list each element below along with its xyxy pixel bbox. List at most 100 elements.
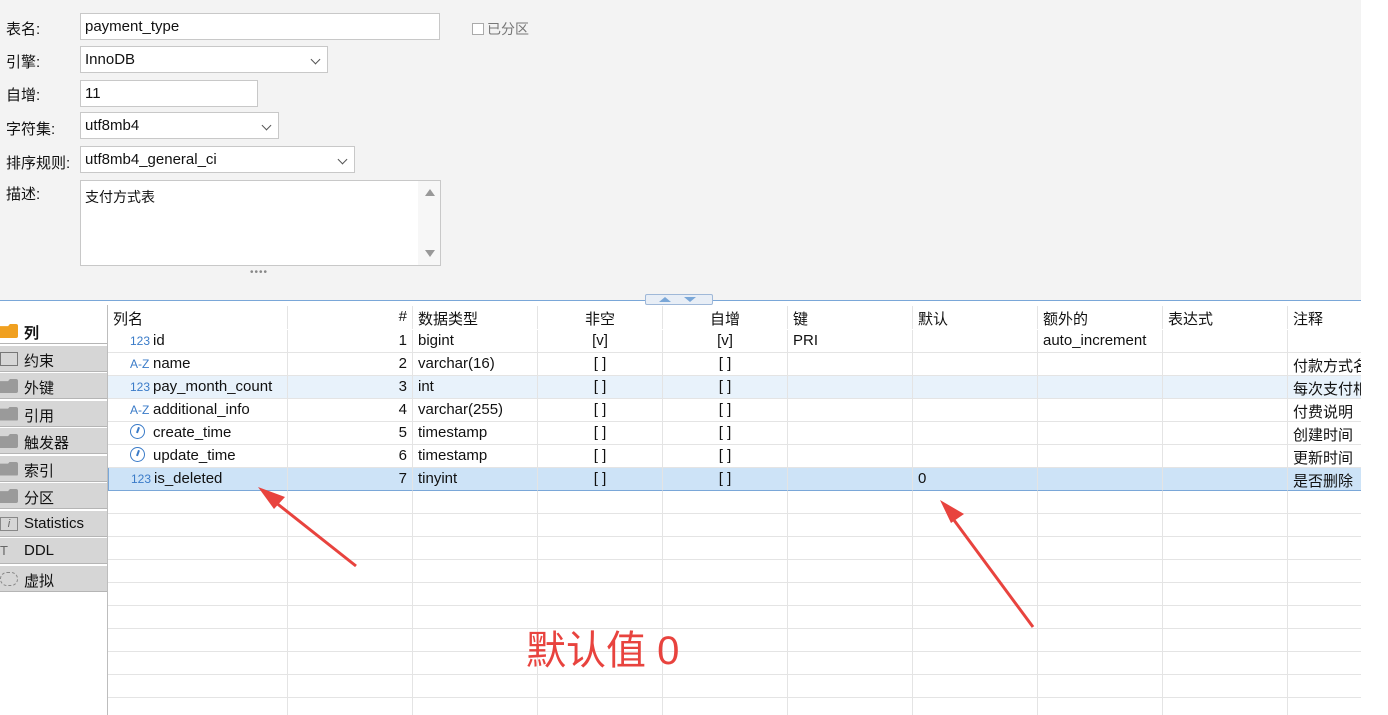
column-header[interactable]: 额外的: [1038, 306, 1163, 329]
cell-key[interactable]: [788, 399, 913, 422]
cell-not-null[interactable]: [v]: [538, 330, 663, 353]
cell-expr[interactable]: [1163, 353, 1288, 376]
cell-auto-inc[interactable]: [ ]: [663, 445, 788, 468]
cell-num[interactable]: 1: [288, 330, 413, 353]
cell-expr[interactable]: [1163, 445, 1288, 468]
cell-extra[interactable]: [1038, 353, 1163, 376]
tab-2[interactable]: 外键: [0, 373, 108, 399]
column-header[interactable]: 默认: [913, 306, 1038, 329]
column-header[interactable]: #: [288, 306, 413, 329]
collapse-down-icon[interactable]: [684, 297, 696, 302]
cell-type[interactable]: timestamp: [413, 422, 538, 445]
table-row[interactable]: update_time 6 timestamp[ ][ ] 更新时间: [108, 445, 1361, 468]
cell-not-null[interactable]: [ ]: [538, 422, 663, 445]
cell-extra[interactable]: [1038, 445, 1163, 468]
cell-key[interactable]: PRI: [788, 330, 913, 353]
column-header[interactable]: 自增: [663, 306, 788, 329]
cell-auto-inc[interactable]: [v]: [663, 330, 788, 353]
tab-1[interactable]: 约束: [0, 345, 108, 372]
cell-not-null[interactable]: [ ]: [538, 399, 663, 422]
partitioned-checkbox[interactable]: 已分区: [472, 19, 529, 39]
cell-num[interactable]: 7: [288, 468, 413, 491]
description-scrollbar[interactable]: [418, 181, 440, 265]
cell-not-null[interactable]: [ ]: [538, 468, 663, 491]
cell-extra[interactable]: [1038, 468, 1163, 491]
cell-expr[interactable]: [1163, 330, 1288, 353]
column-header[interactable]: 表达式: [1163, 306, 1288, 329]
cell-key[interactable]: [788, 445, 913, 468]
column-header[interactable]: 键: [788, 306, 913, 329]
cell-comment[interactable]: 付款方式名: [1288, 353, 1361, 376]
cell-num[interactable]: 2: [288, 353, 413, 376]
splitter-handle[interactable]: [645, 294, 713, 305]
cell-extra[interactable]: [1038, 399, 1163, 422]
cell-not-null[interactable]: [ ]: [538, 445, 663, 468]
cell-type[interactable]: bigint: [413, 330, 538, 353]
charset-select[interactable]: utf8mb4: [80, 112, 279, 139]
cell-not-null[interactable]: [ ]: [538, 376, 663, 399]
cell-column-name[interactable]: update_time: [108, 445, 288, 468]
cell-extra[interactable]: [1038, 422, 1163, 445]
table-name-input[interactable]: payment_type: [80, 13, 440, 40]
cell-comment[interactable]: 是否删除: [1288, 468, 1361, 491]
cell-auto-inc[interactable]: [ ]: [663, 353, 788, 376]
cell-comment[interactable]: 更新时间: [1288, 445, 1361, 468]
cell-key[interactable]: [788, 353, 913, 376]
cell-expr[interactable]: [1163, 399, 1288, 422]
cell-expr[interactable]: [1163, 376, 1288, 399]
cell-default[interactable]: [913, 376, 1038, 399]
cell-default[interactable]: 0: [913, 468, 1038, 491]
cell-auto-inc[interactable]: [ ]: [663, 399, 788, 422]
column-header[interactable]: 注释: [1288, 306, 1361, 329]
table-row[interactable]: 123 is_deleted 7 tinyint[ ][ ] 0 是否删除: [108, 468, 1361, 491]
cell-type[interactable]: varchar(255): [413, 399, 538, 422]
cell-num[interactable]: 5: [288, 422, 413, 445]
cell-extra[interactable]: [1038, 376, 1163, 399]
cell-num[interactable]: 6: [288, 445, 413, 468]
cell-extra[interactable]: auto_increment: [1038, 330, 1163, 353]
table-row[interactable]: 123 id 1 bigint [v] [v] PRI auto_increment: [108, 330, 1361, 353]
cell-comment[interactable]: 付费说明: [1288, 399, 1361, 422]
cell-key[interactable]: [788, 376, 913, 399]
cell-column-name[interactable]: 123 id: [108, 330, 288, 353]
cell-type[interactable]: int: [413, 376, 538, 399]
tab-8[interactable]: T DDL: [0, 538, 108, 564]
cell-num[interactable]: 3: [288, 376, 413, 399]
cell-expr[interactable]: [1163, 422, 1288, 445]
cell-column-name[interactable]: 123 is_deleted: [108, 468, 288, 491]
scroll-down-icon[interactable]: [425, 250, 435, 257]
cell-column-name[interactable]: create_time: [108, 422, 288, 445]
cell-type[interactable]: varchar(16): [413, 353, 538, 376]
cell-auto-inc[interactable]: [ ]: [663, 376, 788, 399]
engine-select[interactable]: InnoDB: [80, 46, 328, 73]
cell-auto-inc[interactable]: [ ]: [663, 468, 788, 491]
tab-0[interactable]: 列: [0, 318, 108, 344]
description-textarea[interactable]: 支付方式表: [80, 180, 441, 266]
auto-increment-input[interactable]: 11: [80, 80, 258, 107]
checkbox-box[interactable]: [472, 23, 484, 35]
tab-7[interactable]: i Statistics: [0, 510, 108, 537]
cell-default[interactable]: [913, 399, 1038, 422]
column-header[interactable]: 数据类型: [413, 306, 538, 329]
cell-default[interactable]: [913, 422, 1038, 445]
resize-grip-icon[interactable]: ••••: [250, 267, 268, 278]
table-row[interactable]: A-Z additional_info 4 varchar(255)[ ][ ] 付费说…: [108, 399, 1361, 422]
cell-default[interactable]: [913, 353, 1038, 376]
cell-not-null[interactable]: [ ]: [538, 353, 663, 376]
cell-type[interactable]: tinyint: [413, 468, 538, 491]
cell-default[interactable]: [913, 330, 1038, 353]
column-header[interactable]: 非空: [538, 306, 663, 329]
scroll-up-icon[interactable]: [425, 189, 435, 196]
collation-select[interactable]: utf8mb4_general_ci: [80, 146, 355, 173]
table-row[interactable]: A-Z name 2 varchar(16)[ ][ ] 付款方式名: [108, 353, 1361, 376]
table-row[interactable]: 123 pay_month_count 3 int[ ][ ] 每次支付相: [108, 376, 1361, 399]
tab-4[interactable]: 触发器: [0, 428, 108, 454]
collapse-up-icon[interactable]: [659, 297, 671, 302]
cell-key[interactable]: [788, 468, 913, 491]
tab-9[interactable]: 虚拟: [0, 565, 108, 592]
cell-default[interactable]: [913, 445, 1038, 468]
cell-comment[interactable]: 每次支付相: [1288, 376, 1361, 399]
cell-comment[interactable]: [1288, 330, 1361, 353]
cell-expr[interactable]: [1163, 468, 1288, 491]
cell-comment[interactable]: 创建时间: [1288, 422, 1361, 445]
